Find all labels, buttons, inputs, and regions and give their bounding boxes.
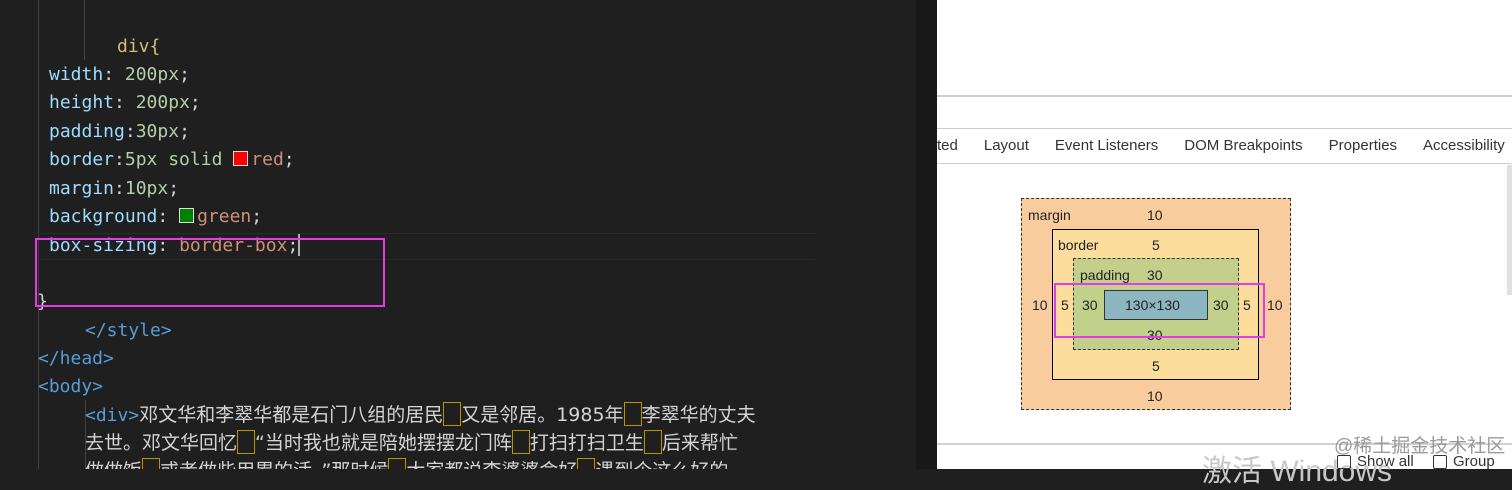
text: 做做饭 [85,460,142,469]
text: “当时我也就是陪她摆摆龙门阵 [255,432,512,454]
text: 又是邻居。1985年 [461,404,624,426]
head-close-tag: </head> [38,348,114,369]
annotation-rectangle [35,238,385,307]
text: 去世。邓文华回忆 [85,432,238,454]
text: 后来帮忙 [661,432,738,454]
value: 5px solid [124,149,223,170]
text-line: <div>邓文华和李翠华都是石门八组的居民 又是邻居。1985年 李翠华的丈夫 [85,401,756,430]
prop: padding [49,121,125,142]
value: 200px [124,64,180,85]
sep: : [114,92,136,113]
text-line: 做做饭 或者做些用累的活。”那时候 大家都说李婆婆命好 遇到个这么好的 [85,457,728,469]
decl-padding: padding:30px; [49,118,190,146]
decl-border: border:5px solid red; [49,146,295,174]
style-close-tag: </style> [85,320,172,341]
code-editor[interactable]: div{ width: 200px; height: 200px; paddin… [0,0,916,469]
sep: : [114,149,125,170]
value: red [251,149,284,170]
tab-dom-breakpoints[interactable]: DOM Breakpoints [1171,129,1315,163]
devtools-tabs: ted Layout Event Listeners DOM Breakpoin… [937,128,1512,164]
group-checkbox[interactable]: Group [1433,453,1495,470]
decl-margin: margin:10px; [49,175,179,203]
show-all-checkbox[interactable]: Show all [1337,453,1414,470]
css-selector: div{ [117,36,161,57]
devtools-panel: ted Layout Event Listeners DOM Breakpoin… [937,0,1512,488]
tab-properties[interactable]: Properties [1316,129,1410,163]
indent-guide [84,0,85,60]
decl-width: width: 200px; [49,61,190,89]
prop: margin [49,178,115,199]
color-swatch-red[interactable] [233,151,249,166]
text: 打扫打扫卫生 [529,432,644,454]
border-top[interactable]: 5 [1152,237,1160,253]
group-label: Group [1453,453,1495,470]
checkbox-icon[interactable] [1337,454,1351,469]
padding-label: padding [1080,267,1130,283]
value: 10px [124,178,169,199]
margin-bottom[interactable]: 10 [1147,388,1163,404]
semicolon: ; [283,149,295,170]
value: 30px [135,121,180,142]
color-swatch-green[interactable] [179,208,195,223]
highlight-box [237,430,256,454]
tab-layout[interactable]: Layout [971,129,1042,163]
tab-computed[interactable]: ted [937,129,971,163]
body-open-tag: <body> [38,376,104,397]
sep: : [103,64,125,85]
prop: border [49,149,115,170]
text: 或者做些用累的活。”那时候 [160,460,388,469]
highlight-box [142,458,161,469]
prop: width [49,64,104,85]
semicolon: ; [168,178,180,199]
border-label: border [1058,237,1099,253]
semicolon: ; [189,92,201,113]
text: 邓文华和李翠华都是石门八组的居民 [139,404,444,426]
sep: : [124,121,136,142]
decl-background: background: green; [49,203,262,231]
margin-top[interactable]: 10 [1147,207,1163,223]
value: 200px [135,92,190,113]
highlight-box [443,402,462,426]
semicolon: ; [179,121,190,142]
div-open-tag: <div> [85,405,140,426]
text: 李翠华的丈夫 [641,404,756,426]
border-bottom[interactable]: 5 [1152,358,1160,374]
highlight-box [577,458,596,469]
sep: : [157,206,180,227]
tab-accessibility[interactable]: Accessibility [1410,129,1512,163]
divider [937,95,1512,97]
text: 大家都说李婆婆命好 [406,460,577,469]
highlight-box [388,458,407,469]
prop: background [49,206,158,227]
highlight-box [511,430,530,454]
semicolon: ; [179,64,190,85]
margin-label: margin [1028,207,1071,223]
semicolon: ; [251,206,263,227]
highlight-box [623,402,642,426]
scrollbar[interactable] [1507,165,1512,295]
margin-right[interactable]: 10 [1267,297,1283,313]
prop: height [49,92,115,113]
text-line: 去世。邓文华回忆 “当时我也就是陪她摆摆龙门阵 打扫打扫卫生 后来帮忙 [85,429,738,457]
padding-top[interactable]: 30 [1147,267,1163,283]
checkbox-icon[interactable] [1433,454,1447,469]
text: 遇到个这么好的 [595,460,728,469]
tab-event-listeners[interactable]: Event Listeners [1042,129,1171,163]
value: green [197,206,252,227]
split-divider[interactable] [916,0,937,469]
annotation-rectangle [1054,283,1265,338]
highlight-box [643,430,662,454]
sep: : [114,178,125,199]
margin-left[interactable]: 10 [1032,297,1048,313]
show-all-label: Show all [1357,453,1414,470]
decl-height: height: 200px; [49,89,201,117]
